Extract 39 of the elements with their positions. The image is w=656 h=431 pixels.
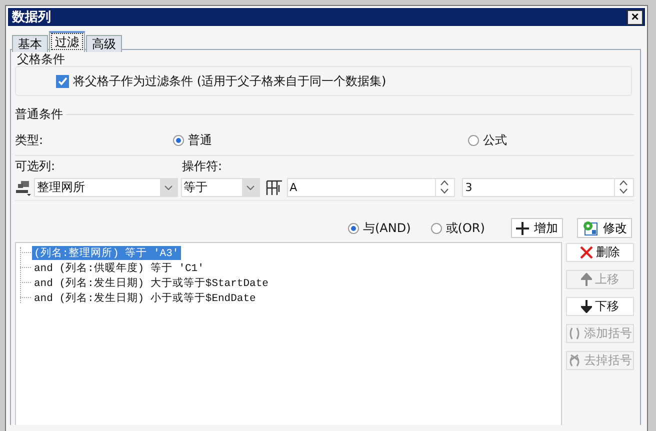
parentheses-icon (568, 327, 581, 340)
radio-button[interactable]: 公式 (468, 132, 507, 148)
column-dropdown[interactable]: 整理网所 (34, 178, 178, 197)
radio-button[interactable]: 或(OR) (430, 220, 485, 236)
edit-button[interactable]: 修改 (577, 218, 632, 238)
move-down-button[interactable]: 下移 (566, 297, 634, 316)
condition-item[interactable]: and (列名:发生日期) 大于或等于$StartDate (32, 276, 270, 290)
group-title: 父格条件 (16, 51, 66, 66)
add-button[interactable]: 增加 (511, 218, 563, 238)
chevron-down-icon (164, 184, 173, 190)
group-title: 普通条件 (15, 106, 63, 123)
tab[interactable]: 基本 (12, 35, 48, 52)
condition-item[interactable]: (列名:整理网所) 等于 'A3' (32, 246, 181, 260)
radio-button[interactable]: 与(AND) (348, 220, 411, 236)
checkbox[interactable] (56, 74, 69, 88)
value-spinner[interactable]: A (286, 178, 456, 197)
gear-edit-icon (582, 220, 598, 236)
checkbox-label: 将父格子作为过滤条件 (适用于父子格来自于同一个数据集) (73, 72, 386, 90)
grid-icon[interactable] (266, 180, 283, 196)
radio-button[interactable]: 普通 (173, 132, 468, 148)
window-title: 数据列 (12, 9, 51, 26)
type-label: 类型: (15, 132, 44, 148)
tab[interactable]: 高级 (86, 35, 122, 52)
operator-dropdown[interactable]: 等于 (180, 178, 260, 197)
arrow-up-icon (581, 273, 592, 286)
condition-item[interactable]: and (列名:供暖年度) 等于 'C1' (32, 260, 206, 274)
close-button[interactable]: × (627, 10, 643, 24)
arrow-down-icon (581, 300, 592, 313)
delete-button[interactable]: 删除 (566, 243, 634, 262)
delete-icon (580, 246, 593, 259)
value-spinner[interactable]: 3 (462, 178, 634, 197)
remove-parentheses-icon (568, 354, 581, 367)
condition-item[interactable]: and (列名:发生日期) 小于或等于$EndDate (32, 290, 258, 304)
tab[interactable]: 过滤 (49, 31, 85, 52)
operator-label: 操作符: (182, 158, 222, 174)
text-column-icon (15, 180, 31, 196)
chevron-down-icon (246, 184, 255, 190)
plus-icon (516, 222, 529, 234)
column-label: 可选列: (15, 158, 56, 174)
